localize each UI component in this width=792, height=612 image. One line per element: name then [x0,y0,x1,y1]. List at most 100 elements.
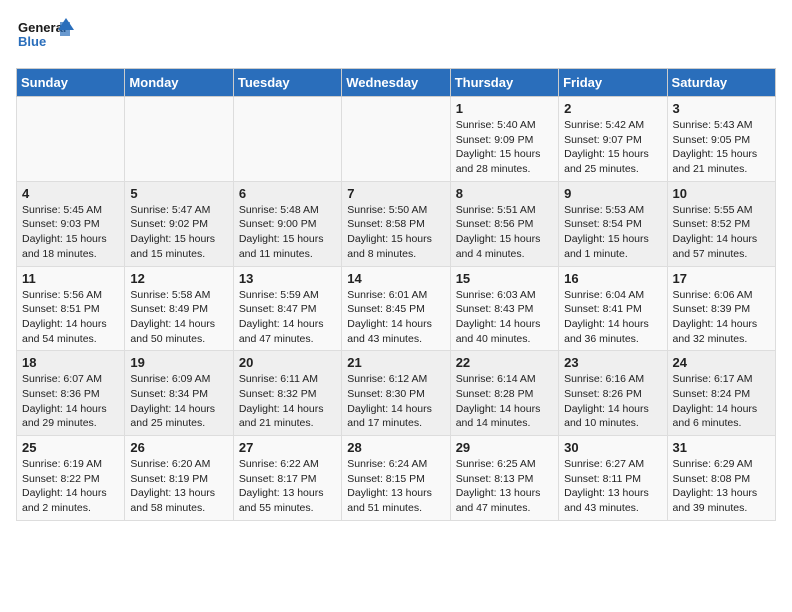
calendar-cell: 5 Sunrise: 5:47 AM Sunset: 9:02 PM Daylig… [125,181,233,266]
day-number: 28 [347,440,444,455]
calendar-cell: 15 Sunrise: 6:03 AM Sunset: 8:43 PM Dayli… [450,266,558,351]
logo-svg: General Blue [16,16,76,60]
calendar-cell: 29 Sunrise: 6:25 AM Sunset: 8:13 PM Dayli… [450,436,558,521]
day-number: 23 [564,355,661,370]
day-number: 21 [347,355,444,370]
calendar-week-row: 18Sunrise: 6:07 AM Sunset: 8:36 PM Dayli… [17,351,776,436]
calendar-week-row: 4 Sunrise: 5:45 AM Sunset: 9:03 PM Daylig… [17,181,776,266]
calendar-cell: 16 Sunrise: 6:04 AM Sunset: 8:41 PM Dayli… [559,266,667,351]
calendar-cell: 21 Sunrise: 6:12 AM Sunset: 8:30 PM Dayli… [342,351,450,436]
calendar-cell: 3 Sunrise: 5:43 AM Sunset: 9:05 PM Daylig… [667,97,775,182]
day-number: 30 [564,440,661,455]
weekday-header-monday: Monday [125,69,233,97]
day-number: 17 [673,271,770,286]
calendar-cell: 10 Sunrise: 5:55 AM Sunset: 8:52 PM Dayli… [667,181,775,266]
day-info: Sunrise: 5:58 AM Sunset: 8:49 PM Dayligh… [130,288,227,347]
calendar-body: 1 Sunrise: 5:40 AM Sunset: 9:09 PM Daylig… [17,97,776,521]
calendar-cell: 19 Sunrise: 6:09 AM Sunset: 8:34 PM Dayli… [125,351,233,436]
day-info: Sunrise: 5:48 AM Sunset: 9:00 PM Dayligh… [239,203,336,262]
day-number: 15 [456,271,553,286]
weekday-header-tuesday: Tuesday [233,69,341,97]
day-info: Sunrise: 6:04 AM Sunset: 8:41 PM Dayligh… [564,288,661,347]
day-number: 26 [130,440,227,455]
day-number: 12 [130,271,227,286]
day-number: 3 [673,101,770,116]
day-info: Sunrise: 6:22 AM Sunset: 8:17 PM Dayligh… [239,457,336,516]
day-info: Sunrise: 6:03 AM Sunset: 8:43 PM Dayligh… [456,288,553,347]
calendar-cell [233,97,341,182]
day-number: 10 [673,186,770,201]
calendar-cell: 24 Sunrise: 6:17 AM Sunset: 8:24 PM Dayli… [667,351,775,436]
day-number: 22 [456,355,553,370]
day-info: Sunrise: 5:59 AM Sunset: 8:47 PM Dayligh… [239,288,336,347]
svg-text:Blue: Blue [18,34,46,49]
day-number: 25 [22,440,119,455]
day-number: 19 [130,355,227,370]
day-info: Sunrise: 5:43 AM Sunset: 9:05 PM Dayligh… [673,118,770,177]
day-info: Sunrise: 5:55 AM Sunset: 8:52 PM Dayligh… [673,203,770,262]
day-number: 1 [456,101,553,116]
day-number: 29 [456,440,553,455]
calendar-cell: 20Sunrise: 6:11 AM Sunset: 8:32 PM Dayli… [233,351,341,436]
day-info: Sunrise: 5:40 AM Sunset: 9:09 PM Dayligh… [456,118,553,177]
svg-text:General: General [18,20,66,35]
day-number: 16 [564,271,661,286]
day-number: 24 [673,355,770,370]
day-number: 8 [456,186,553,201]
weekday-header-thursday: Thursday [450,69,558,97]
day-number: 5 [130,186,227,201]
calendar-cell: 11 Sunrise: 5:56 AM Sunset: 8:51 PM Dayli… [17,266,125,351]
day-info: Sunrise: 6:09 AM Sunset: 8:34 PM Dayligh… [130,372,227,431]
day-number: 4 [22,186,119,201]
day-info: Sunrise: 6:29 AM Sunset: 8:08 PM Dayligh… [673,457,770,516]
calendar-cell [125,97,233,182]
day-info: Sunrise: 5:51 AM Sunset: 8:56 PM Dayligh… [456,203,553,262]
calendar-cell: 30 Sunrise: 6:27 AM Sunset: 8:11 PM Dayli… [559,436,667,521]
day-info: Sunrise: 6:24 AM Sunset: 8:15 PM Dayligh… [347,457,444,516]
calendar-cell: 28 Sunrise: 6:24 AM Sunset: 8:15 PM Dayli… [342,436,450,521]
calendar-cell: 4 Sunrise: 5:45 AM Sunset: 9:03 PM Daylig… [17,181,125,266]
day-info: Sunrise: 5:53 AM Sunset: 8:54 PM Dayligh… [564,203,661,262]
calendar-week-row: 1 Sunrise: 5:40 AM Sunset: 9:09 PM Daylig… [17,97,776,182]
day-number: 2 [564,101,661,116]
calendar-cell: 13 Sunrise: 5:59 AM Sunset: 8:47 PM Dayli… [233,266,341,351]
weekday-row: SundayMondayTuesdayWednesdayThursdayFrid… [17,69,776,97]
day-number: 6 [239,186,336,201]
day-info: Sunrise: 5:45 AM Sunset: 9:03 PM Dayligh… [22,203,119,262]
day-info: Sunrise: 5:42 AM Sunset: 9:07 PM Dayligh… [564,118,661,177]
calendar-cell: 1 Sunrise: 5:40 AM Sunset: 9:09 PM Daylig… [450,97,558,182]
day-number: 13 [239,271,336,286]
day-info: Sunrise: 5:50 AM Sunset: 8:58 PM Dayligh… [347,203,444,262]
calendar-cell: 14Sunrise: 6:01 AM Sunset: 8:45 PM Dayli… [342,266,450,351]
day-number: 27 [239,440,336,455]
logo: General Blue [16,16,76,60]
day-number: 14 [347,271,444,286]
day-info: Sunrise: 5:56 AM Sunset: 8:51 PM Dayligh… [22,288,119,347]
day-number: 7 [347,186,444,201]
weekday-header-friday: Friday [559,69,667,97]
day-info: Sunrise: 6:20 AM Sunset: 8:19 PM Dayligh… [130,457,227,516]
day-info: Sunrise: 6:25 AM Sunset: 8:13 PM Dayligh… [456,457,553,516]
day-info: Sunrise: 6:07 AM Sunset: 8:36 PM Dayligh… [22,372,119,431]
calendar-cell: 18Sunrise: 6:07 AM Sunset: 8:36 PM Dayli… [17,351,125,436]
day-info: Sunrise: 6:16 AM Sunset: 8:26 PM Dayligh… [564,372,661,431]
day-number: 20 [239,355,336,370]
day-info: Sunrise: 6:27 AM Sunset: 8:11 PM Dayligh… [564,457,661,516]
calendar-table: SundayMondayTuesdayWednesdayThursdayFrid… [16,68,776,521]
day-info: Sunrise: 5:47 AM Sunset: 9:02 PM Dayligh… [130,203,227,262]
day-info: Sunrise: 6:12 AM Sunset: 8:30 PM Dayligh… [347,372,444,431]
day-number: 11 [22,271,119,286]
calendar-week-row: 11 Sunrise: 5:56 AM Sunset: 8:51 PM Dayli… [17,266,776,351]
day-info: Sunrise: 6:17 AM Sunset: 8:24 PM Dayligh… [673,372,770,431]
calendar-header: SundayMondayTuesdayWednesdayThursdayFrid… [17,69,776,97]
calendar-cell: 26 Sunrise: 6:20 AM Sunset: 8:19 PM Dayli… [125,436,233,521]
weekday-header-sunday: Sunday [17,69,125,97]
day-info: Sunrise: 6:19 AM Sunset: 8:22 PM Dayligh… [22,457,119,516]
day-info: Sunrise: 6:14 AM Sunset: 8:28 PM Dayligh… [456,372,553,431]
calendar-week-row: 25 Sunrise: 6:19 AM Sunset: 8:22 PM Dayli… [17,436,776,521]
calendar-cell: 25 Sunrise: 6:19 AM Sunset: 8:22 PM Dayli… [17,436,125,521]
day-number: 9 [564,186,661,201]
calendar-cell: 9 Sunrise: 5:53 AM Sunset: 8:54 PM Daylig… [559,181,667,266]
day-info: Sunrise: 6:06 AM Sunset: 8:39 PM Dayligh… [673,288,770,347]
calendar-cell: 23 Sunrise: 6:16 AM Sunset: 8:26 PM Dayli… [559,351,667,436]
